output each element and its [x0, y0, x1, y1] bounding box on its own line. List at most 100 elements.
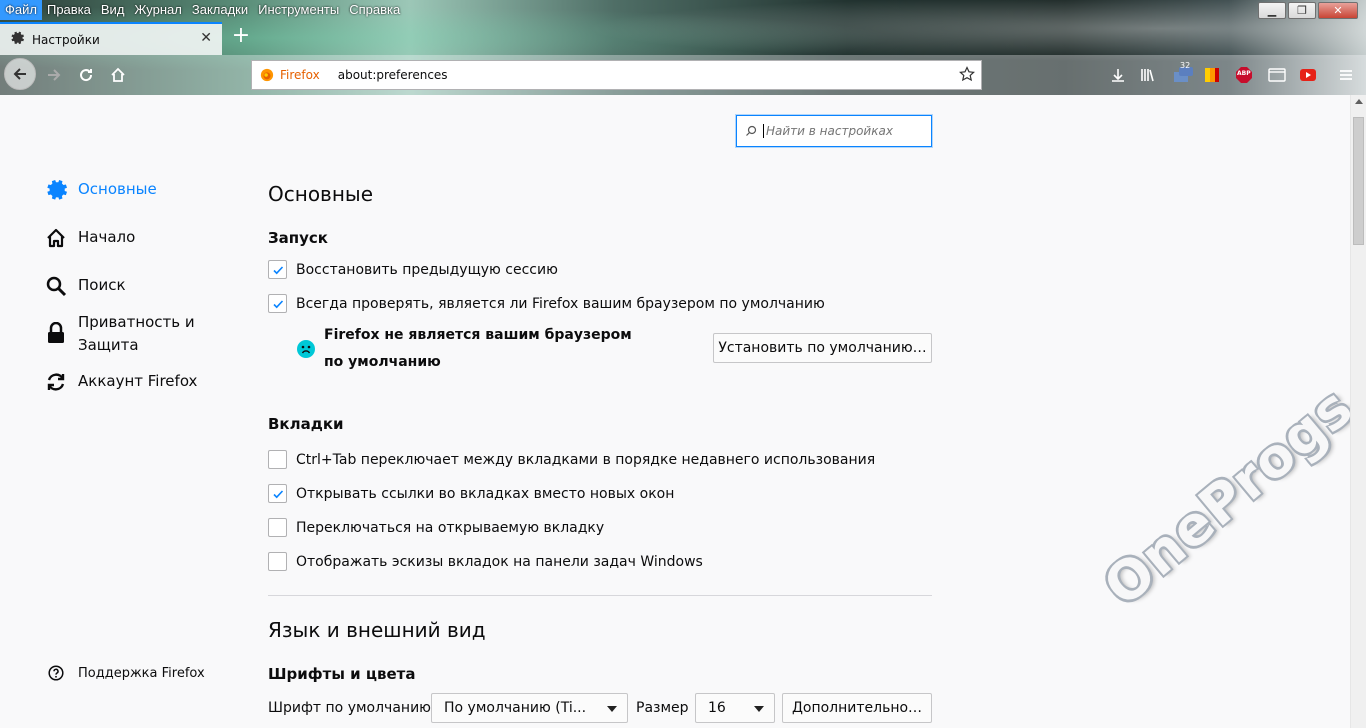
- font-size-select[interactable]: 16: [695, 693, 775, 723]
- lock-icon: [44, 321, 68, 345]
- menu-edit[interactable]: Правка: [42, 0, 96, 20]
- tab-settings[interactable]: Настройки ✕: [0, 22, 222, 55]
- tab-close-icon[interactable]: ✕: [200, 30, 212, 46]
- set-default-button[interactable]: Установить по умолчанию…: [713, 333, 932, 363]
- menu-file[interactable]: Файл: [0, 0, 42, 20]
- restore-session-checkbox[interactable]: [268, 260, 287, 279]
- sidebar-item-privacy[interactable]: Приватность и Защита: [44, 311, 208, 357]
- download-icon: [1112, 69, 1124, 82]
- minimize-button[interactable]: ▁: [1258, 2, 1286, 19]
- vertical-scrollbar[interactable]: [1350, 95, 1366, 728]
- menu-tools[interactable]: Инструменты: [253, 0, 344, 20]
- sidebar-item-search[interactable]: Поиск: [44, 274, 126, 298]
- taskbar-previews-option[interactable]: Отображать эскизы вкладок на панели зада…: [268, 552, 703, 571]
- reload-icon: [80, 69, 93, 82]
- taskbar-previews-label: Отображать эскизы вкладок на панели зада…: [296, 553, 703, 570]
- restore-button[interactable]: ❐: [1288, 2, 1316, 19]
- gear-icon: [10, 31, 25, 49]
- language-section-title: Язык и внешний вид: [268, 618, 486, 642]
- youtube-icon: [1300, 69, 1316, 81]
- mail-extension-button[interactable]: 32: [1170, 61, 1196, 85]
- search-input[interactable]: [763, 124, 923, 138]
- identity-label: Firefox: [280, 68, 320, 82]
- default-font-label: Шрифт по умолчанию: [268, 700, 431, 716]
- reload-button[interactable]: [72, 61, 100, 89]
- restore-session-option[interactable]: Восстановить предыдущую сессию: [268, 260, 558, 279]
- sidebar-item-sync[interactable]: Аккаунт Firefox: [44, 370, 197, 394]
- open-links-in-tabs-option[interactable]: Открывать ссылки во вкладках вместо новы…: [268, 484, 674, 503]
- font-size-value: 16: [708, 700, 726, 716]
- youtube-extension-button[interactable]: [1298, 65, 1318, 85]
- switch-to-new-tab-checkbox[interactable]: [268, 518, 287, 537]
- close-window-button[interactable]: ✕: [1318, 2, 1358, 19]
- adblock-plus-button[interactable]: ABP: [1234, 65, 1254, 85]
- checkmark-icon: [272, 489, 283, 498]
- scrollbar-thumb[interactable]: [1353, 117, 1364, 245]
- new-tab-button[interactable]: +: [230, 24, 252, 50]
- restore-session-label: Восстановить предыдущую сессию: [296, 261, 558, 278]
- sidebar-item-label: Приватность и Защита: [78, 313, 195, 354]
- default-browser-status: Firefox не является вашим браузером по у…: [296, 322, 644, 376]
- chevron-down-icon: [607, 706, 617, 712]
- home-button[interactable]: [104, 61, 132, 89]
- gear-icon: [44, 178, 68, 202]
- checkmark-icon: [272, 299, 283, 308]
- mail-badge: 32: [1180, 61, 1191, 70]
- library-button[interactable]: [1137, 65, 1157, 85]
- tabs-heading: Вкладки: [268, 415, 344, 433]
- tab-title: Настройки: [32, 32, 100, 47]
- window-controls: ▁ ❐ ✕: [1258, 2, 1358, 19]
- sidebar-item-label: Начало: [78, 228, 136, 246]
- menu-history[interactable]: Журнал: [129, 0, 186, 20]
- help-icon: [48, 665, 64, 681]
- main-menu-button[interactable]: [1336, 65, 1356, 85]
- page-title: Основные: [268, 182, 374, 206]
- font-size-label: Размер: [636, 700, 689, 716]
- menu-bookmarks[interactable]: Закладки: [187, 0, 253, 20]
- default-font-select[interactable]: По умолчанию (Ti...: [431, 693, 628, 723]
- flag-extension-button[interactable]: [1202, 65, 1222, 85]
- arrow-right-icon: [48, 69, 61, 81]
- chevron-down-icon: [754, 706, 764, 712]
- sidebar-item-general[interactable]: Основные: [44, 178, 157, 202]
- menu-help[interactable]: Справка: [344, 0, 405, 20]
- scroll-up-arrow-icon[interactable]: [1355, 99, 1363, 104]
- search-icon: [44, 274, 68, 298]
- forward-button[interactable]: [40, 61, 68, 89]
- ctrl-tab-option[interactable]: Ctrl+Tab переключает между вкладками в п…: [268, 450, 875, 469]
- flag-icon: [1205, 68, 1219, 82]
- back-button[interactable]: [4, 58, 36, 90]
- navigation-toolbar: Firefox about:preferences 32 ABP: [0, 55, 1366, 95]
- library-icon: [1141, 69, 1154, 82]
- check-default-option[interactable]: Всегда проверять, является ли Firefox ва…: [268, 294, 825, 313]
- checkmark-icon: [272, 265, 283, 274]
- open-links-in-tabs-checkbox[interactable]: [268, 484, 287, 503]
- ctrl-tab-checkbox[interactable]: [268, 450, 287, 469]
- check-default-label: Всегда проверять, является ли Firefox ва…: [296, 295, 825, 312]
- section-divider: [268, 595, 932, 596]
- check-default-checkbox[interactable]: [268, 294, 287, 313]
- sync-icon: [44, 370, 68, 394]
- sidebar-item-label: Аккаунт Firefox: [78, 372, 198, 390]
- search-box[interactable]: [736, 115, 932, 147]
- menu-view[interactable]: Вид: [96, 0, 130, 20]
- sidebar-item-label: Основные: [78, 180, 157, 198]
- watermark: OneProgs.ru: [1092, 318, 1366, 619]
- preferences-page: Основные Начало Поиск Приватность и Защи…: [0, 95, 1366, 728]
- sad-face-icon: [297, 340, 315, 358]
- advanced-fonts-button[interactable]: Дополнительно…: [782, 693, 932, 723]
- switch-to-new-tab-label: Переключаться на открываемую вкладку: [296, 519, 605, 536]
- arrow-left-icon: [13, 68, 26, 80]
- support-link[interactable]: Поддержка Firefox: [48, 665, 205, 681]
- window-icon: [1268, 68, 1286, 82]
- url-text[interactable]: about:preferences: [338, 68, 448, 82]
- reader-extension-button[interactable]: [1267, 65, 1287, 85]
- bookmark-star-button[interactable]: [959, 66, 975, 86]
- fonts-heading: Шрифты и цвета: [268, 665, 416, 683]
- switch-to-new-tab-option[interactable]: Переключаться на открываемую вкладку: [268, 518, 604, 537]
- downloads-button[interactable]: [1108, 65, 1128, 85]
- taskbar-previews-checkbox[interactable]: [268, 552, 287, 571]
- sidebar-item-home[interactable]: Начало: [44, 226, 135, 250]
- ctrl-tab-label: Ctrl+Tab переключает между вкладками в п…: [296, 451, 876, 468]
- url-bar[interactable]: Firefox about:preferences: [251, 60, 982, 90]
